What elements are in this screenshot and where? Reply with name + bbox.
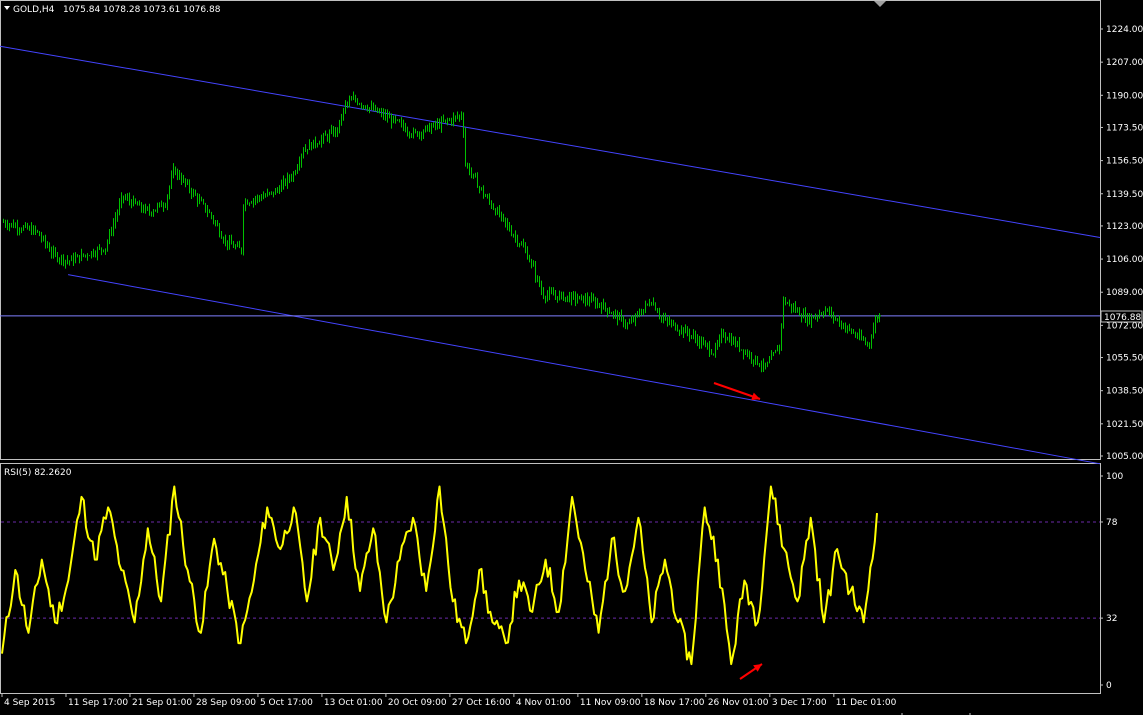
rsi-tick-label: 32: [1106, 614, 1117, 624]
price-tick-label: 1089.00: [1106, 288, 1143, 298]
price-tick-label: 1139.50: [1106, 190, 1143, 200]
price-header-ohlc: 1075.84 1078.28 1073.61 1076.88: [63, 5, 221, 15]
price-tick-label: 1173.50: [1106, 123, 1143, 133]
price-header-symbol: GOLD,H4: [13, 5, 55, 15]
current-price-label: 1076.88: [1104, 313, 1141, 323]
time-tick-label: 4 Nov 01:00: [516, 698, 571, 708]
time-tick-label: 28 Sep 09:00: [196, 698, 256, 708]
price-tick-label: 1224.00: [1106, 25, 1143, 35]
price-tick-label: 1055.50: [1106, 354, 1143, 364]
time-tick-label: 27 Oct 16:00: [452, 698, 511, 708]
price-tick-label: 1156.50: [1106, 157, 1143, 167]
time-tick-label: 18 Nov 17:00: [644, 698, 705, 708]
price-tick-label: 1207.00: [1106, 58, 1143, 68]
time-tick-label: 11 Nov 09:00: [580, 698, 641, 708]
time-tick-label: 4 Sep 2015: [4, 698, 55, 708]
chart-canvas: GOLD,H4 1075.84 1078.28 1073.61 1076.88 …: [0, 0, 1143, 715]
rsi-tick-label: 0: [1106, 681, 1112, 691]
price-tick-label: 1123.00: [1106, 222, 1143, 232]
price-tick-label: 1005.00: [1106, 452, 1143, 462]
price-tick-label: 1021.50: [1106, 420, 1143, 430]
time-tick-label: 13 Oct 01:00: [324, 698, 383, 708]
rsi-tick-label: 100: [1106, 472, 1123, 482]
time-tick-label: 26 Nov 01:00: [708, 698, 769, 708]
time-tick-label: 11 Dec 01:00: [836, 698, 897, 708]
price-tick-label: 1190.00: [1106, 91, 1143, 101]
time-tick-label: 11 Sep 17:00: [68, 698, 128, 708]
time-tick-label: 21 Sep 01:00: [132, 698, 192, 708]
price-tick-label: 1038.50: [1106, 387, 1143, 397]
time-tick-label: 20 Oct 09:00: [388, 698, 447, 708]
price-tick-label: 1106.00: [1106, 255, 1143, 265]
chart-background: [0, 0, 1143, 715]
rsi-header: RSI(5) 82.2620: [4, 468, 72, 478]
time-tick-label: 3 Dec 17:00: [772, 698, 827, 708]
time-tick-label: 5 Oct 17:00: [260, 698, 313, 708]
rsi-tick-label: 78: [1106, 518, 1118, 528]
